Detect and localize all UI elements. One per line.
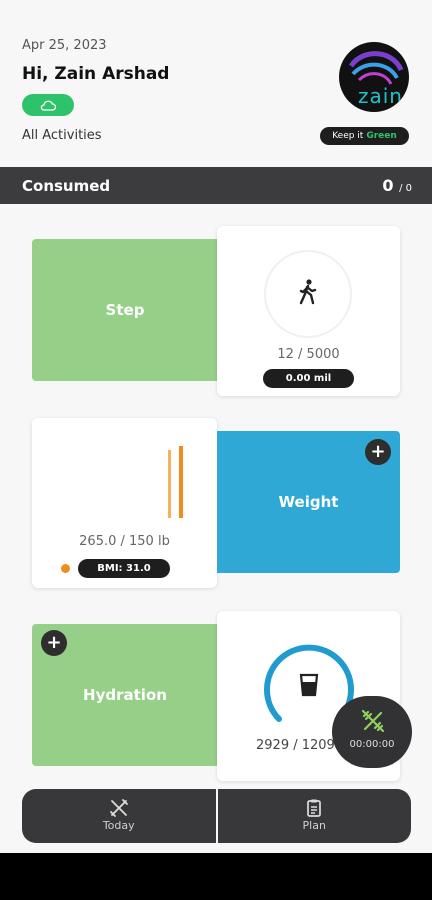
add-weight-button[interactable]: +	[365, 439, 391, 465]
hydration-value: 2929 / 1209	[256, 738, 335, 753]
timer-value: 00:00:00	[349, 739, 395, 750]
system-navigation-bar	[0, 853, 432, 900]
nav-plan[interactable]: Plan	[218, 789, 412, 843]
consumed-label: Consumed	[22, 177, 111, 195]
consumed-count: 0	[382, 176, 394, 195]
hydration-label: Hydration	[83, 686, 167, 704]
brand-logo[interactable]: zain	[339, 42, 409, 112]
step-card[interactable]: 12 / 5000 0.00 mil	[217, 226, 400, 396]
keep-green: Green	[366, 131, 397, 141]
bottom-navigation: Today Plan	[22, 789, 411, 843]
greeting: Hi, Zain Arshad	[22, 64, 170, 84]
nav-today[interactable]: Today	[22, 789, 218, 843]
consumed-bar: Consumed 0 / 0	[0, 167, 432, 204]
workout-timer-button[interactable]: 00:00:00	[332, 696, 412, 768]
weight-goal-bar	[168, 450, 171, 518]
weight-current-bar	[179, 446, 183, 518]
nav-plan-label: Plan	[302, 819, 326, 832]
keep-prefix: Keep it	[332, 131, 364, 141]
water-cup-icon	[299, 673, 319, 701]
weight-value: 265.0 / 150 lb	[79, 534, 170, 549]
step-progress-ring	[264, 250, 352, 338]
weight-card[interactable]: 265.0 / 150 lb BMI: 31.0	[32, 418, 217, 588]
step-count: 12 / 5000	[277, 347, 340, 362]
dumbbell-icon	[360, 708, 386, 738]
consumed-total: / 0	[399, 183, 412, 194]
bmi-badge: BMI: 31.0	[78, 559, 170, 578]
step-tile[interactable]: Step	[32, 239, 218, 381]
all-activities-link[interactable]: All Activities	[22, 128, 102, 143]
cloud-icon	[40, 96, 57, 115]
add-hydration-button[interactable]: +	[41, 630, 67, 656]
keep-it-green-badge: Keep it Green	[320, 127, 409, 145]
weight-tile[interactable]: Weight +	[217, 431, 400, 573]
sync-button[interactable]	[22, 94, 74, 116]
hydration-tile[interactable]: Hydration +	[32, 624, 218, 766]
nav-today-label: Today	[102, 819, 135, 832]
weight-label: Weight	[278, 493, 339, 511]
bmi-indicator-dot	[61, 564, 70, 573]
logo-text: zain	[358, 84, 403, 108]
walking-person-icon	[297, 279, 319, 309]
current-date: Apr 25, 2023	[22, 38, 107, 53]
step-label: Step	[105, 301, 145, 319]
distance-badge: 0.00 mil	[263, 369, 354, 388]
consumed-value: 0 / 0	[382, 176, 412, 195]
